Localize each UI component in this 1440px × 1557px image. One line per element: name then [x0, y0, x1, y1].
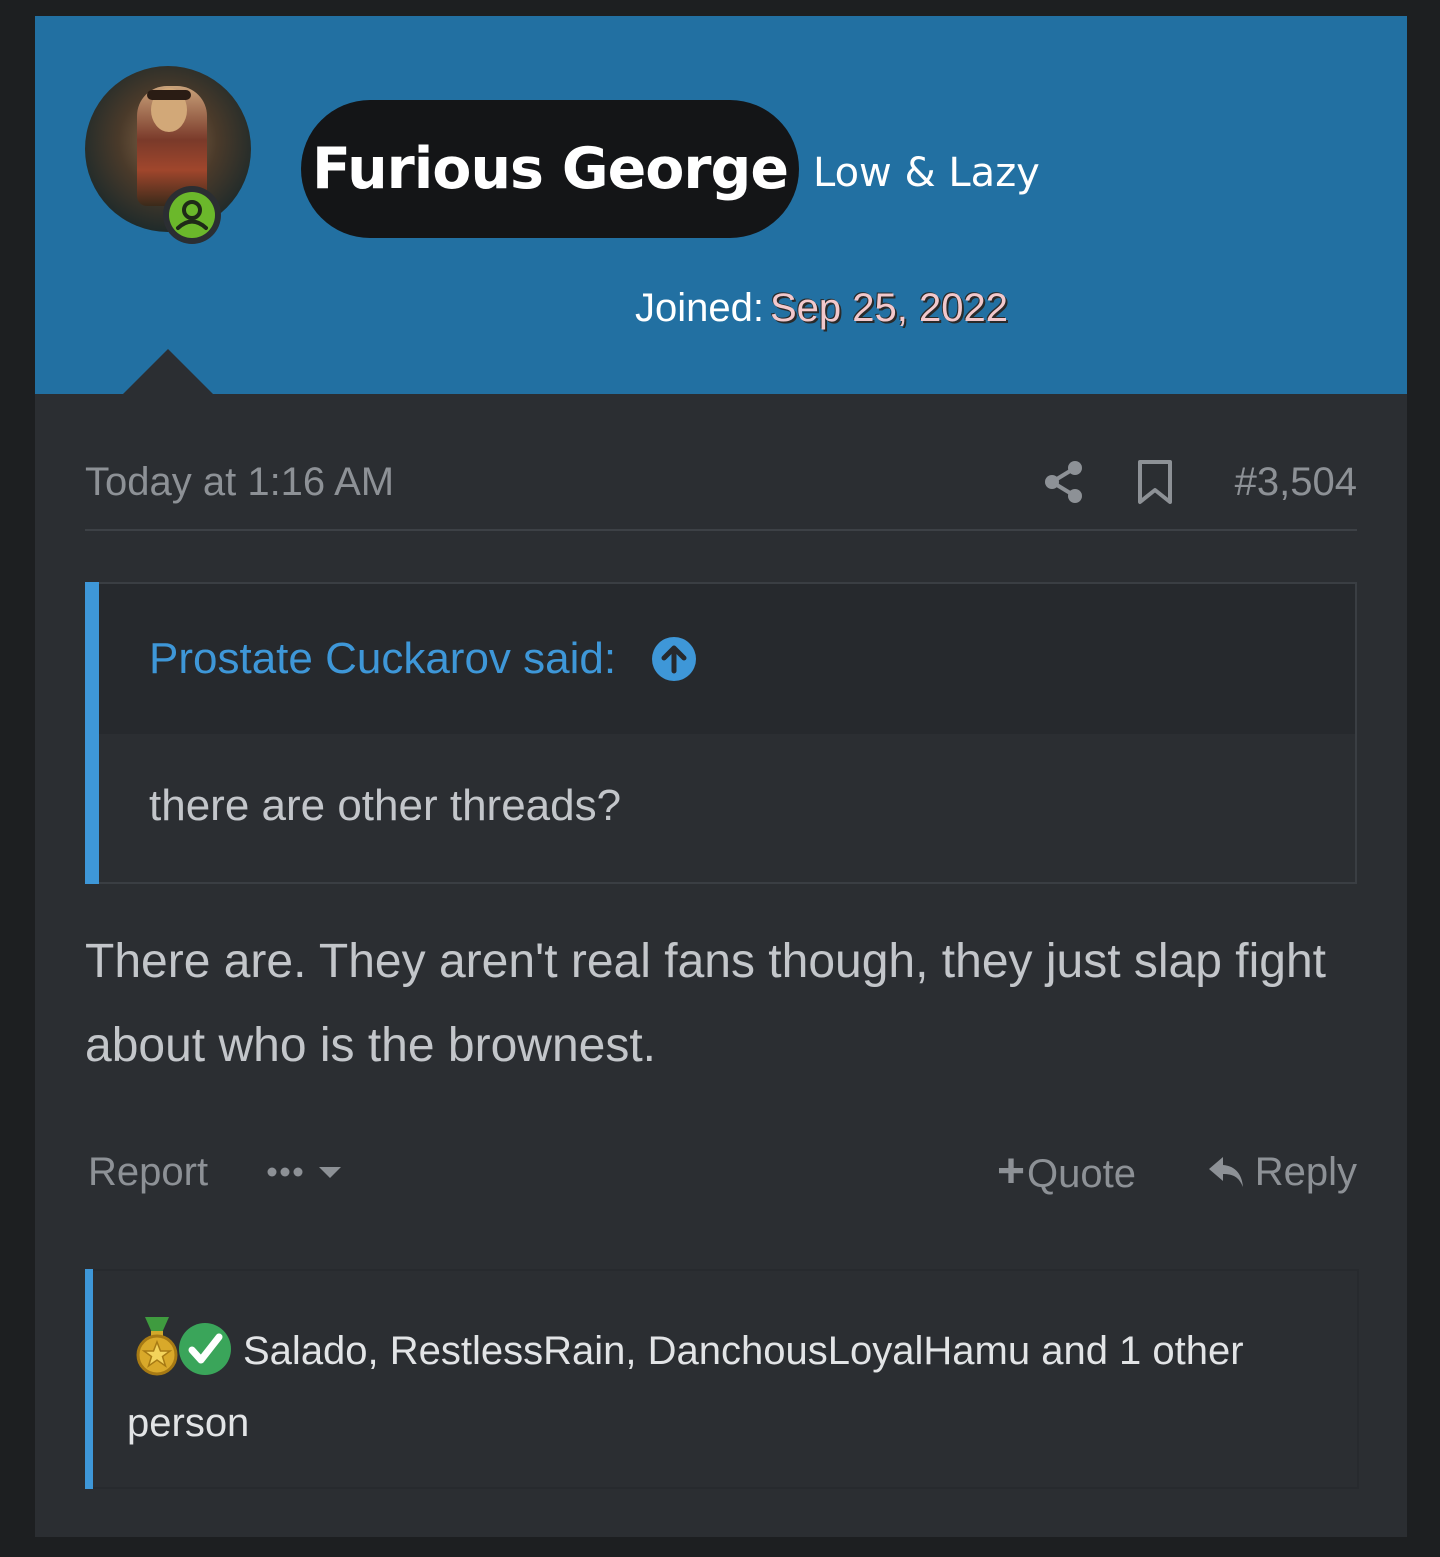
post-time[interactable]: Today at 1:16 AM — [85, 456, 394, 508]
avatar-headband — [147, 90, 191, 100]
online-user-icon — [169, 192, 215, 238]
reply-icon — [1208, 1157, 1243, 1187]
user-header: Furious George Low & Lazy Joined: Sep 25,… — [35, 16, 1407, 394]
reply-label: Reply — [1254, 1150, 1357, 1194]
joined-info: Joined: Sep 25, 2022 — [635, 280, 1008, 336]
quote-button[interactable]: +Quote — [997, 1146, 1136, 1200]
plus-icon: + — [997, 1145, 1026, 1198]
share-icon[interactable] — [1040, 458, 1088, 506]
online-status-badge — [163, 186, 221, 244]
post-actions: Report +Quote Reply — [85, 1146, 1357, 1198]
header-pointer — [123, 349, 213, 394]
meta-divider — [85, 529, 1357, 531]
reactions-accent — [85, 1269, 93, 1489]
quote-bar — [85, 582, 99, 884]
username-link[interactable]: Furious George — [301, 100, 799, 238]
reactions-list[interactable]: Salado, RestlessRain, DanchousLoyalHamu … — [127, 1315, 1327, 1459]
quote-author-link[interactable]: Prostate Cuckarov said: — [149, 632, 616, 686]
post-meta: Today at 1:16 AM #3,504 — [85, 456, 1357, 508]
arrow-up-circle-icon[interactable] — [651, 636, 697, 682]
post-container: Furious George Low & Lazy Joined: Sep 25,… — [35, 16, 1407, 1537]
joined-date: Sep 25, 2022 — [769, 286, 1008, 330]
more-options-icon[interactable] — [267, 1150, 347, 1207]
user-title: Low & Lazy — [813, 150, 1040, 196]
quote-text: there are other threads? — [149, 781, 622, 830]
quote-label: Quote — [1027, 1152, 1136, 1196]
reply-button[interactable]: Reply — [1207, 1146, 1357, 1198]
quote-block: Prostate Cuckarov said: there are other … — [85, 582, 1357, 884]
reactions-bar: Salado, RestlessRain, DanchousLoyalHamu … — [85, 1269, 1359, 1489]
bookmark-icon[interactable] — [1135, 458, 1175, 506]
message-body: There are. They aren't real fans though,… — [85, 935, 1326, 1072]
joined-label: Joined: — [635, 286, 764, 330]
quote-header: Prostate Cuckarov said: — [99, 584, 1355, 734]
post-number[interactable]: #3,504 — [1235, 456, 1357, 508]
report-link[interactable]: Report — [88, 1146, 208, 1198]
